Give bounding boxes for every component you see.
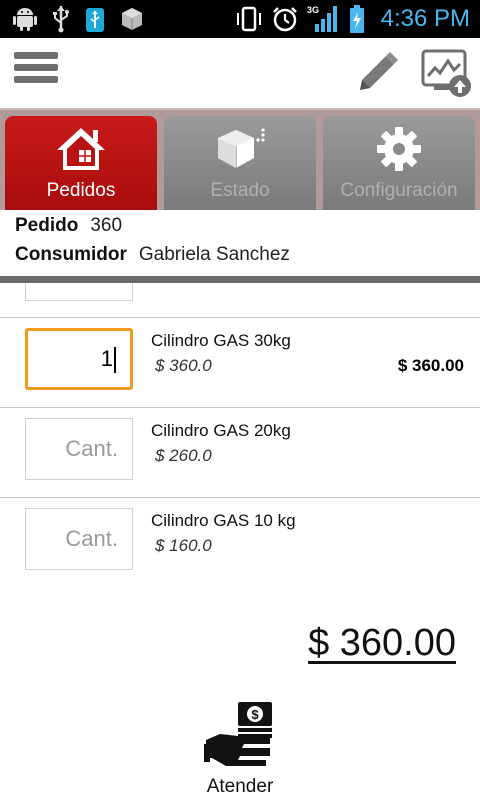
home-icon (53, 124, 109, 179)
network-type: 3G (307, 5, 319, 15)
cash-hand-icon: $ (204, 700, 276, 773)
quantity-input[interactable]: 1 (25, 328, 133, 390)
order-total: $ 360.00 (308, 622, 456, 664)
box-icon (212, 124, 268, 179)
consumidor-value: Gabriela Sanchez (138, 244, 290, 265)
usb-storage-icon (84, 5, 106, 33)
product-price: $ 360.0 (155, 356, 212, 375)
product-list[interactable]: 1 Cilindro GAS 30kg $ 360.0 $ 360.00 Can… (0, 283, 480, 583)
order-info: Pedido 360 Consumidor Gabriela Sanchez (0, 210, 480, 276)
quantity-input-partial[interactable] (25, 283, 133, 301)
consumidor-row: Consumidor Gabriela Sanchez (15, 244, 290, 266)
product-name: Cilindro GAS 10 kg (151, 511, 296, 530)
list-item: Cant. Cilindro GAS 20kg $ 260.0 (0, 408, 480, 498)
clock: 4:36 PM (380, 5, 470, 32)
product-name: Cilindro GAS 20kg (151, 421, 291, 440)
vibrate-icon (235, 5, 263, 33)
tab-pedidos-label: Pedidos (46, 180, 116, 201)
tab-estado[interactable]: Estado (164, 116, 316, 210)
svg-text:$: $ (251, 707, 259, 722)
alarm-icon (271, 5, 299, 33)
product-price: $ 260.0 (155, 446, 212, 465)
tab-estado-label: Estado (210, 180, 270, 201)
pedido-label: Pedido (15, 215, 79, 236)
quantity-input[interactable]: Cant. (25, 418, 133, 480)
tab-bar: Pedidos Estado Configuración (0, 108, 480, 210)
text-cursor (114, 347, 116, 374)
box-icon (120, 6, 144, 32)
list-item: Cant. Cilindro GAS 10 kg $ 160.0 (0, 498, 480, 583)
battery-charging-icon (349, 4, 365, 34)
signal-icon: 3G (307, 4, 341, 34)
quantity-value: 1 (100, 346, 113, 371)
product-price: $ 160.0 (155, 536, 212, 555)
upload-chart-icon[interactable] (420, 46, 474, 100)
atender-button[interactable]: $ Atender (190, 700, 290, 800)
quantity-input[interactable]: Cant. (25, 508, 133, 570)
usb-icon (52, 5, 70, 33)
info-divider (0, 276, 480, 283)
pedido-value: 360 (90, 215, 123, 236)
atender-label: Atender (206, 776, 274, 797)
product-name: Cilindro GAS 30kg (151, 331, 291, 350)
tab-pedidos[interactable]: Pedidos (5, 116, 157, 210)
tab-configuracion[interactable]: Configuración (323, 116, 475, 210)
android-icon (12, 6, 38, 32)
pencil-icon[interactable] (352, 48, 402, 98)
status-bar: 3G 4:36 PM (0, 0, 480, 38)
pedido-row: Pedido 360 (15, 215, 122, 237)
product-subtotal: $ 360.00 (397, 356, 464, 375)
menu-icon[interactable] (14, 52, 58, 94)
gear-icon (374, 124, 424, 179)
list-item: 1 Cilindro GAS 30kg $ 360.0 $ 360.00 (0, 318, 480, 408)
tab-configuracion-label: Configuración (340, 180, 458, 201)
action-bar (0, 38, 480, 108)
consumidor-label: Consumidor (15, 244, 127, 265)
